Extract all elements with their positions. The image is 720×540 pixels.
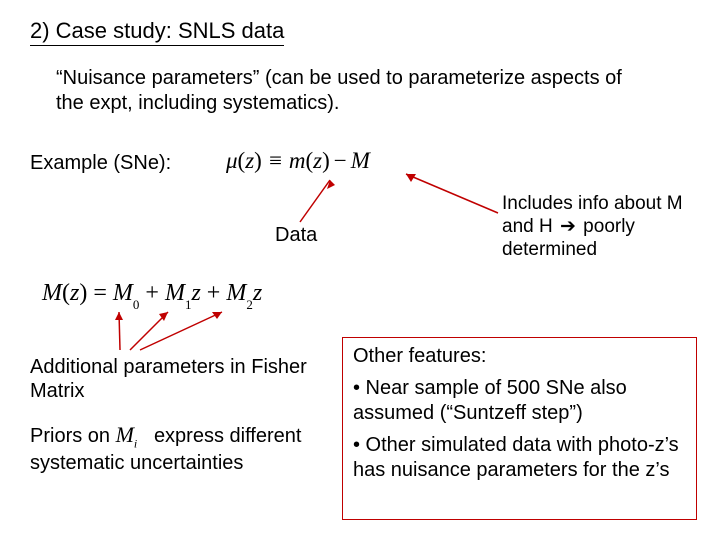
features-bullet-2: • Other simulated data with photo-z’s ha… bbox=[353, 433, 686, 482]
additional-params-note: Additional parameters in Fisher Matrix bbox=[30, 355, 330, 404]
priors-note: Priors on Mi express different systemati… bbox=[30, 422, 330, 475]
features-bullet-1: • Near sample of 500 SNe also assumed (“… bbox=[353, 376, 686, 425]
priors-prefix: Priors on bbox=[30, 425, 116, 447]
features-heading: Other features: bbox=[353, 344, 686, 368]
priors-symbol: Mi bbox=[116, 422, 138, 447]
other-features-box: Other features: • Near sample of 500 SNe… bbox=[342, 337, 697, 520]
